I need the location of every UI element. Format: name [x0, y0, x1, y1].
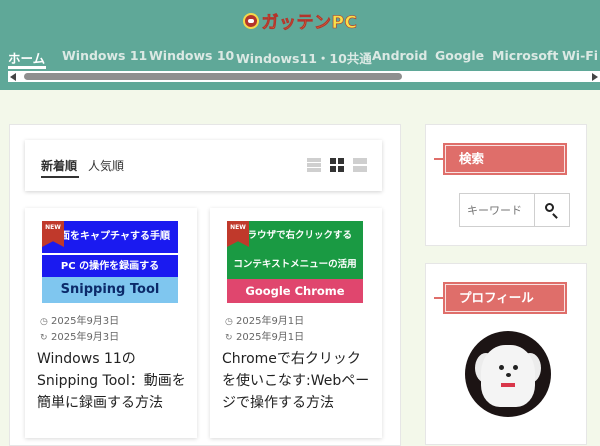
nav-item-home[interactable]: ホーム — [8, 48, 45, 67]
site-logo[interactable]: ガッテンPC — [0, 8, 600, 34]
avatar — [465, 331, 551, 417]
post-title[interactable]: Chromeで右クリックを使いこなす:Webページで操作する方法 — [222, 348, 374, 414]
dog-eye — [499, 365, 504, 370]
scroll-thumb[interactable] — [24, 73, 402, 80]
update-icon: ↻ — [40, 333, 48, 343]
post-thumbnail[interactable]: ブラウザで右クリックする コンテキストメニューの活用 Google Chrome… — [227, 221, 363, 303]
dog-eye — [513, 365, 518, 370]
nav-item-google[interactable]: Google — [435, 48, 484, 63]
search-icon — [545, 203, 554, 212]
tab-newest[interactable]: 新着順 — [41, 157, 77, 174]
scroll-left-arrow-icon[interactable] — [10, 73, 16, 81]
site-header: ガッテンPC ホーム Windows 11 Windows 10 Windows… — [0, 0, 600, 90]
scroll-right-arrow-icon[interactable] — [592, 73, 598, 81]
sidebar-search-widget: 検索 — [425, 124, 587, 246]
post-dates: ◷ 2025年9月1日 ↻ 2025年9月1日 — [225, 314, 304, 346]
sort-tabs: 新着順 人気順 — [25, 140, 382, 191]
update-icon: ↻ — [225, 333, 233, 343]
post-dates: ◷ 2025年9月3日 ↻ 2025年9月3日 — [40, 314, 119, 346]
thumb-line: Google Chrome — [227, 279, 363, 303]
grid-view-icon[interactable] — [330, 158, 344, 172]
clock-icon: ◷ — [225, 317, 233, 327]
thumb-line: Snipping Tool — [42, 277, 178, 303]
logo-mark-icon — [242, 12, 259, 29]
nav-item-wifi[interactable]: Wi-Fi — [562, 48, 598, 63]
tab-popular[interactable]: 人気順 — [88, 157, 124, 174]
nav-active-indicator — [8, 66, 46, 69]
rows-view-icon[interactable] — [353, 158, 367, 172]
nav-item-windows11[interactable]: Windows 11 — [62, 48, 147, 63]
post-thumbnail[interactable]: 画面をキャプチャする手順 PC の操作を録画する Snipping Tool N… — [42, 221, 178, 303]
post-card[interactable]: 画面をキャプチャする手順 PC の操作を録画する Snipping Tool N… — [25, 208, 197, 438]
list-view-icon[interactable] — [307, 158, 321, 172]
dog-nose — [506, 373, 511, 377]
post-title[interactable]: Windows 11の Snipping Tool：動画を簡単に録画する方法 — [37, 348, 189, 414]
published-date: 2025年9月1日 — [236, 316, 305, 327]
search-button[interactable] — [534, 193, 570, 227]
global-nav: ホーム Windows 11 Windows 10 Windows11・10共通… — [0, 48, 600, 68]
profile-heading: プロフィール — [434, 282, 567, 314]
thumb-line: PC の操作を録画する — [42, 253, 178, 277]
search-input[interactable] — [459, 193, 535, 227]
tab-active-indicator — [41, 176, 79, 178]
clock-icon: ◷ — [40, 317, 48, 327]
nav-item-windows-common[interactable]: Windows11・10共通 — [236, 48, 372, 67]
published-date: 2025年9月3日 — [51, 316, 120, 327]
updated-date: 2025年9月1日 — [236, 332, 305, 343]
nav-scrollbar[interactable] — [8, 71, 600, 82]
thumb-line: コンテキストメニューの活用 — [233, 259, 357, 270]
updated-date: 2025年9月3日 — [51, 332, 120, 343]
nav-item-microsoft[interactable]: Microsoft — [492, 48, 558, 63]
profile-heading-text: プロフィール — [459, 290, 534, 305]
search-heading: 検索 — [434, 143, 567, 175]
logo-text: ガッテンPC — [261, 13, 358, 34]
dog-collar — [501, 383, 515, 387]
post-card[interactable]: ブラウザで右クリックする コンテキストメニューの活用 Google Chrome… — [210, 208, 382, 438]
nav-item-windows10[interactable]: Windows 10 — [149, 48, 234, 63]
nav-item-android[interactable]: Android — [372, 48, 428, 63]
search-heading-text: 検索 — [459, 151, 485, 166]
